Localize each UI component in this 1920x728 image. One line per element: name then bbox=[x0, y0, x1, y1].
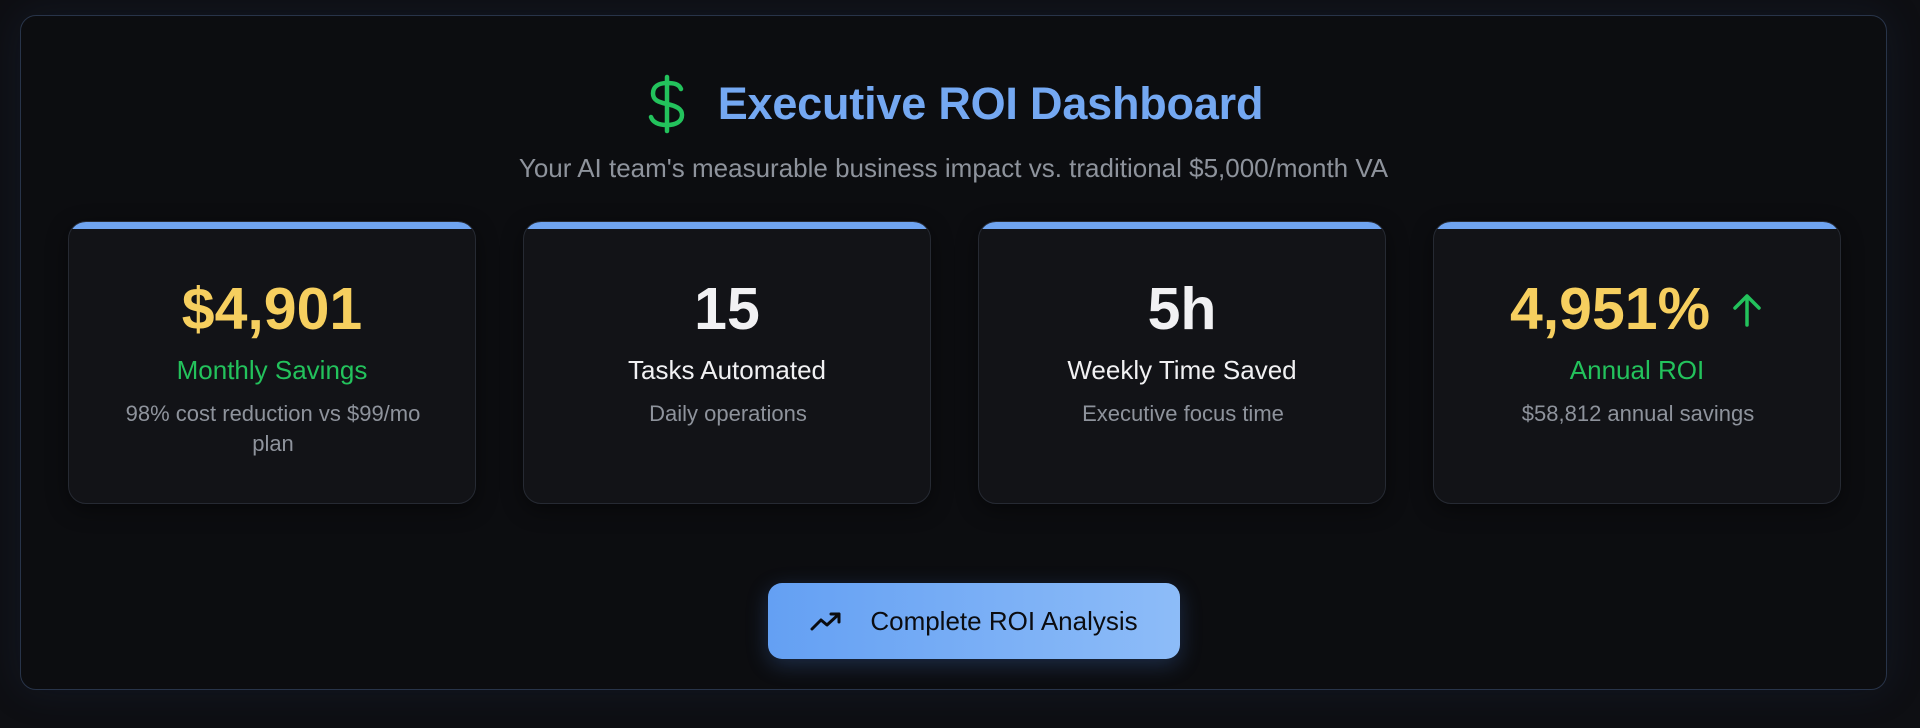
roi-dashboard-panel: Executive ROI Dashboard Your AI team's m… bbox=[20, 15, 1887, 690]
card-value: 15 bbox=[694, 276, 760, 342]
card-value-row: 4,951% bbox=[1434, 280, 1840, 339]
card-accent-bar bbox=[979, 222, 1385, 229]
complete-roi-analysis-button[interactable]: Complete ROI Analysis bbox=[768, 583, 1180, 659]
card-description: 98% cost reduction vs $99/mo plan bbox=[125, 401, 421, 456]
page-subtitle: Your AI team's measurable business impac… bbox=[518, 153, 1389, 183]
card-label: Monthly Savings bbox=[176, 355, 368, 385]
card-value: 5h bbox=[1147, 276, 1217, 342]
metric-card-tasks-automated: 15 Tasks Automated Daily operations bbox=[523, 221, 931, 504]
card-value: $4,901 bbox=[181, 276, 363, 342]
card-label: Weekly Time Saved bbox=[1067, 355, 1297, 385]
page-title: Executive ROI Dashboard bbox=[717, 78, 1264, 129]
card-description: Daily operations bbox=[649, 401, 807, 426]
card-label: Tasks Automated bbox=[628, 355, 826, 385]
dashboard-header: Executive ROI Dashboard bbox=[21, 74, 1886, 134]
card-description: Executive focus time bbox=[1082, 401, 1284, 426]
trending-up-icon bbox=[810, 612, 841, 631]
metric-card-weekly-time-saved: 5h Weekly Time Saved Executive focus tim… bbox=[978, 221, 1386, 504]
dollar-icon bbox=[648, 74, 684, 134]
metric-card-monthly-savings: $4,901 Monthly Savings 98% cost reductio… bbox=[68, 221, 476, 504]
card-accent-bar bbox=[1434, 222, 1840, 229]
button-label: Complete ROI Analysis bbox=[870, 605, 1138, 636]
arrow-up-icon bbox=[1733, 293, 1761, 327]
card-accent-bar bbox=[524, 222, 930, 229]
card-label: Annual ROI bbox=[1569, 355, 1705, 385]
card-accent-bar bbox=[69, 222, 475, 229]
metric-card-annual-roi: 4,951% Annual ROI $58,812 annual savings bbox=[1433, 221, 1841, 504]
card-description: $58,812 annual savings bbox=[1521, 401, 1755, 426]
card-value: 4,951% bbox=[1509, 276, 1711, 342]
